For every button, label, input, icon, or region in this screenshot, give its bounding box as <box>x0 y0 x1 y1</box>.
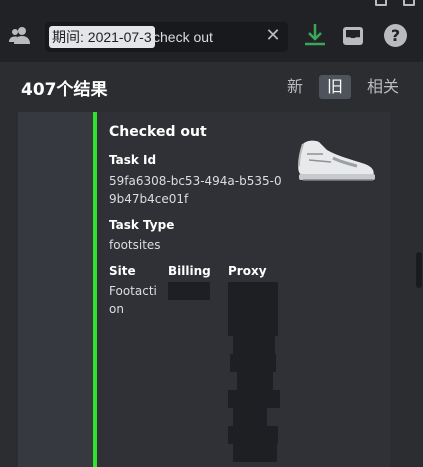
proxy-redacted-block <box>237 372 273 390</box>
billing-redacted-block <box>168 282 210 300</box>
channel-header: 期间: 2021-07-3 check out ✕ ? <box>0 6 423 62</box>
search-result-message[interactable] <box>18 112 94 467</box>
search-query-text[interactable]: check out <box>153 26 213 48</box>
clear-search-icon[interactable]: ✕ <box>264 27 282 45</box>
proxy-redacted-block <box>228 282 278 336</box>
billing-label: Billing <box>168 264 211 278</box>
search-results-header: 407个结果 新 旧 相关 <box>0 62 423 112</box>
task-type-value: footsites <box>109 238 161 252</box>
results-count: 407个结果 <box>21 80 108 100</box>
sneaker-thumbnail[interactable] <box>293 136 377 186</box>
proxy-label: Proxy <box>228 264 267 278</box>
task-type-label: Task Type <box>109 218 175 232</box>
embed-accent-bar <box>93 112 97 467</box>
site-value: Footaction <box>109 284 157 316</box>
proxy-redacted-block <box>230 354 276 372</box>
inbox-icon[interactable] <box>342 26 364 46</box>
search-input[interactable]: 期间: 2021-07-3 check out ✕ <box>45 22 288 52</box>
task-id-label: Task Id <box>109 153 157 167</box>
download-icon[interactable] <box>303 23 327 49</box>
embed-title: Checked out <box>109 124 207 140</box>
help-icon[interactable]: ? <box>384 24 407 47</box>
sort-tab-newest[interactable]: 新 <box>284 75 306 99</box>
proxy-redacted-block <box>228 390 280 408</box>
proxy-redacted-block <box>233 444 277 462</box>
results-scrollbar[interactable] <box>416 252 422 288</box>
proxy-redacted-block <box>233 336 275 354</box>
sort-tab-relevant[interactable]: 相关 <box>364 75 402 99</box>
proxy-redacted-block <box>228 426 278 444</box>
search-date-filter[interactable]: 期间: 2021-07-3 <box>49 26 155 48</box>
task-id-value: 59fa6308-bc53-494a-b535-09b47b4ce01f <box>109 174 282 206</box>
sort-tab-oldest[interactable]: 旧 <box>319 75 351 99</box>
message-embed: Checked out Task Id 59fa6308-bc53-494a-b… <box>93 112 390 467</box>
proxy-redacted-block <box>233 408 267 426</box>
search-results-list: Checked out Task Id 59fa6308-bc53-494a-b… <box>0 112 423 467</box>
member-list-icon[interactable] <box>9 26 31 44</box>
site-label: Site <box>109 264 136 278</box>
